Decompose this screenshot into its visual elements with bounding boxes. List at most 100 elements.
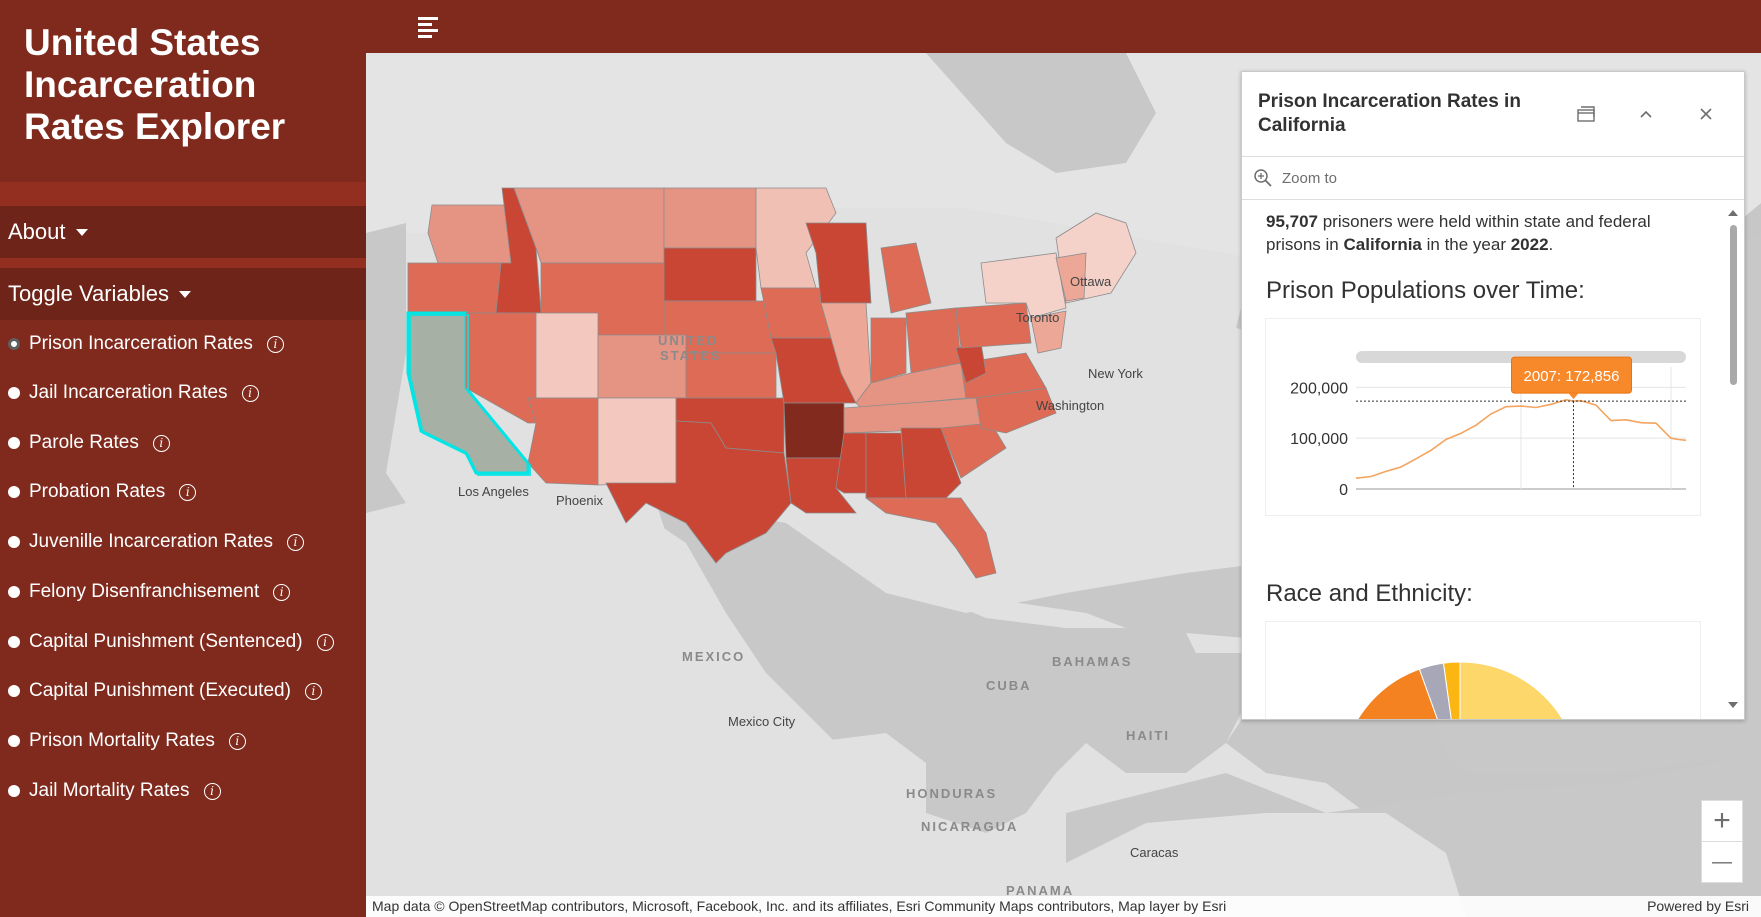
zoom-to-button[interactable]: Zoom to (1242, 157, 1744, 200)
toggle-variables-dropdown[interactable]: Toggle Variables (0, 268, 366, 320)
data-point (1490, 413, 1492, 415)
variable-option-felony[interactable]: Felony Disenfranchisement i (8, 579, 291, 605)
caret-down-icon (75, 228, 88, 236)
variable-option-prison-mortality[interactable]: Prison Mortality Rates i (8, 728, 246, 754)
variable-option-probation[interactable]: Probation Rates i (8, 479, 197, 505)
radio-button[interactable] (8, 586, 20, 598)
city-label-new-york: New York (1088, 366, 1143, 381)
state-indiana (870, 317, 907, 384)
popup-content: 95,707 prisoners were held within state … (1242, 200, 1722, 719)
sidebar-divider (0, 182, 366, 206)
variable-option-jail-mortality[interactable]: Jail Mortality Rates i (8, 778, 221, 804)
popup-scrollbar[interactable] (1722, 200, 1744, 719)
line-chart-container: 0 100,000 200,000 2007: 172,856 (1266, 319, 1700, 515)
state-alabama (865, 432, 907, 499)
zoom-out-button[interactable]: — (1702, 842, 1742, 882)
scroll-thumb[interactable] (1730, 225, 1737, 385)
popup-title: Prison Incarceration Rates in California (1258, 91, 1521, 136)
section-title-race: Race and Ethnicity: (1266, 580, 1473, 607)
about-dropdown[interactable]: About (0, 206, 366, 258)
radio-button[interactable] (8, 486, 20, 498)
tooltip-label: 2007: 172,856 (1524, 368, 1620, 385)
variable-option-capital-sentenced[interactable]: Capital Punishment (Sentenced) i (8, 629, 334, 655)
info-icon[interactable]: i (241, 384, 259, 402)
info-icon[interactable]: i (203, 782, 221, 800)
data-point (1445, 439, 1447, 441)
zoom-to-icon (1254, 169, 1272, 187)
variable-label: Jail Incarceration Rates (29, 382, 228, 403)
variable-option-jail[interactable]: Jail Incarceration Rates i (8, 380, 259, 406)
radio-button[interactable] (8, 785, 20, 797)
radio-button[interactable] (8, 338, 20, 350)
pie-chart-container (1266, 622, 1700, 719)
country-label-states: STATES (660, 348, 722, 363)
scroll-down-icon[interactable] (1726, 700, 1740, 710)
data-point (1678, 439, 1680, 441)
state-new-mexico (597, 397, 677, 486)
line-chart[interactable]: 0 100,000 200,000 2007: 172,856 (1266, 319, 1700, 515)
info-icon[interactable]: i (266, 335, 284, 353)
state-oregon (407, 262, 502, 314)
info-icon[interactable]: i (273, 583, 291, 601)
variable-label: Prison Incarceration Rates (29, 333, 253, 354)
country-label-haiti: HAITI (1126, 728, 1170, 743)
data-point (1475, 424, 1477, 426)
radio-button[interactable] (8, 437, 20, 449)
data-point (1520, 405, 1522, 407)
state-ohio (905, 307, 962, 374)
tooltip-pointer (1568, 393, 1579, 400)
variable-option-prison[interactable]: Prison Incarceration Rates i (8, 331, 284, 357)
toggle-variables-label: Toggle Variables (8, 281, 170, 306)
caret-down-icon (179, 290, 192, 298)
section-title-populations: Prison Populations over Time: (1266, 277, 1585, 304)
data-point (1670, 437, 1672, 439)
radio-button[interactable] (8, 387, 20, 399)
pie-slice[interactable] (1459, 661, 1580, 719)
summary-end: . (1548, 235, 1554, 254)
radio-button[interactable] (8, 685, 20, 697)
collapse-icon[interactable] (1634, 102, 1658, 126)
data-point (1685, 439, 1687, 441)
country-label-honduras: HONDURAS (906, 786, 998, 801)
data-point (1565, 399, 1567, 401)
summary-text-2: in the year (1421, 235, 1511, 254)
country-label-nicaragua: NICARAGUA (921, 819, 1019, 834)
state-north-dakota (663, 187, 757, 249)
radio-button[interactable] (8, 735, 20, 747)
variable-option-juvenile[interactable]: Juvenille Incarceration Rates i (8, 529, 304, 555)
dock-icon[interactable] (1574, 102, 1598, 126)
info-icon[interactable]: i (316, 633, 334, 651)
data-point (1400, 466, 1402, 468)
about-label: About (8, 219, 66, 244)
menu-icon[interactable] (418, 17, 438, 38)
info-icon[interactable]: i (286, 533, 304, 551)
powered-by-esri[interactable]: Powered by Esri (1647, 898, 1749, 914)
city-label-washington: Washington (1036, 398, 1105, 413)
variable-option-parole[interactable]: Parole Rates i (8, 430, 170, 456)
state-arkansas (783, 402, 845, 459)
radio-button[interactable] (8, 536, 20, 548)
close-icon[interactable] (1694, 102, 1718, 126)
info-icon[interactable]: i (304, 682, 322, 700)
scroll-up-icon[interactable] (1726, 208, 1740, 218)
variable-label: Capital Punishment (Sentenced) (29, 631, 303, 652)
sidebar: United States Incarceration Rates Explor… (0, 0, 366, 917)
variable-option-capital-executed[interactable]: Capital Punishment (Executed) i (8, 678, 322, 704)
variable-label: Felony Disenfranchisement (29, 581, 260, 602)
zoom-to-label: Zoom to (1282, 169, 1338, 187)
zoom-in-button[interactable]: + (1702, 801, 1742, 842)
summary-count: 95,707 (1266, 212, 1318, 231)
info-icon[interactable]: i (179, 483, 197, 501)
radio-button[interactable] (8, 636, 20, 648)
data-point (1505, 406, 1507, 408)
data-point (1640, 422, 1642, 424)
info-icon[interactable]: i (228, 732, 246, 750)
city-label-caracas: Caracas (1130, 845, 1179, 860)
data-point (1415, 458, 1417, 460)
pie-chart[interactable] (1266, 622, 1700, 719)
state-utah (535, 312, 599, 399)
info-icon[interactable]: i (152, 434, 170, 452)
country-label-united: UNITED (658, 333, 719, 348)
variable-label: Probation Rates (29, 481, 166, 502)
city-label-mexico-city: Mexico City (728, 714, 796, 729)
